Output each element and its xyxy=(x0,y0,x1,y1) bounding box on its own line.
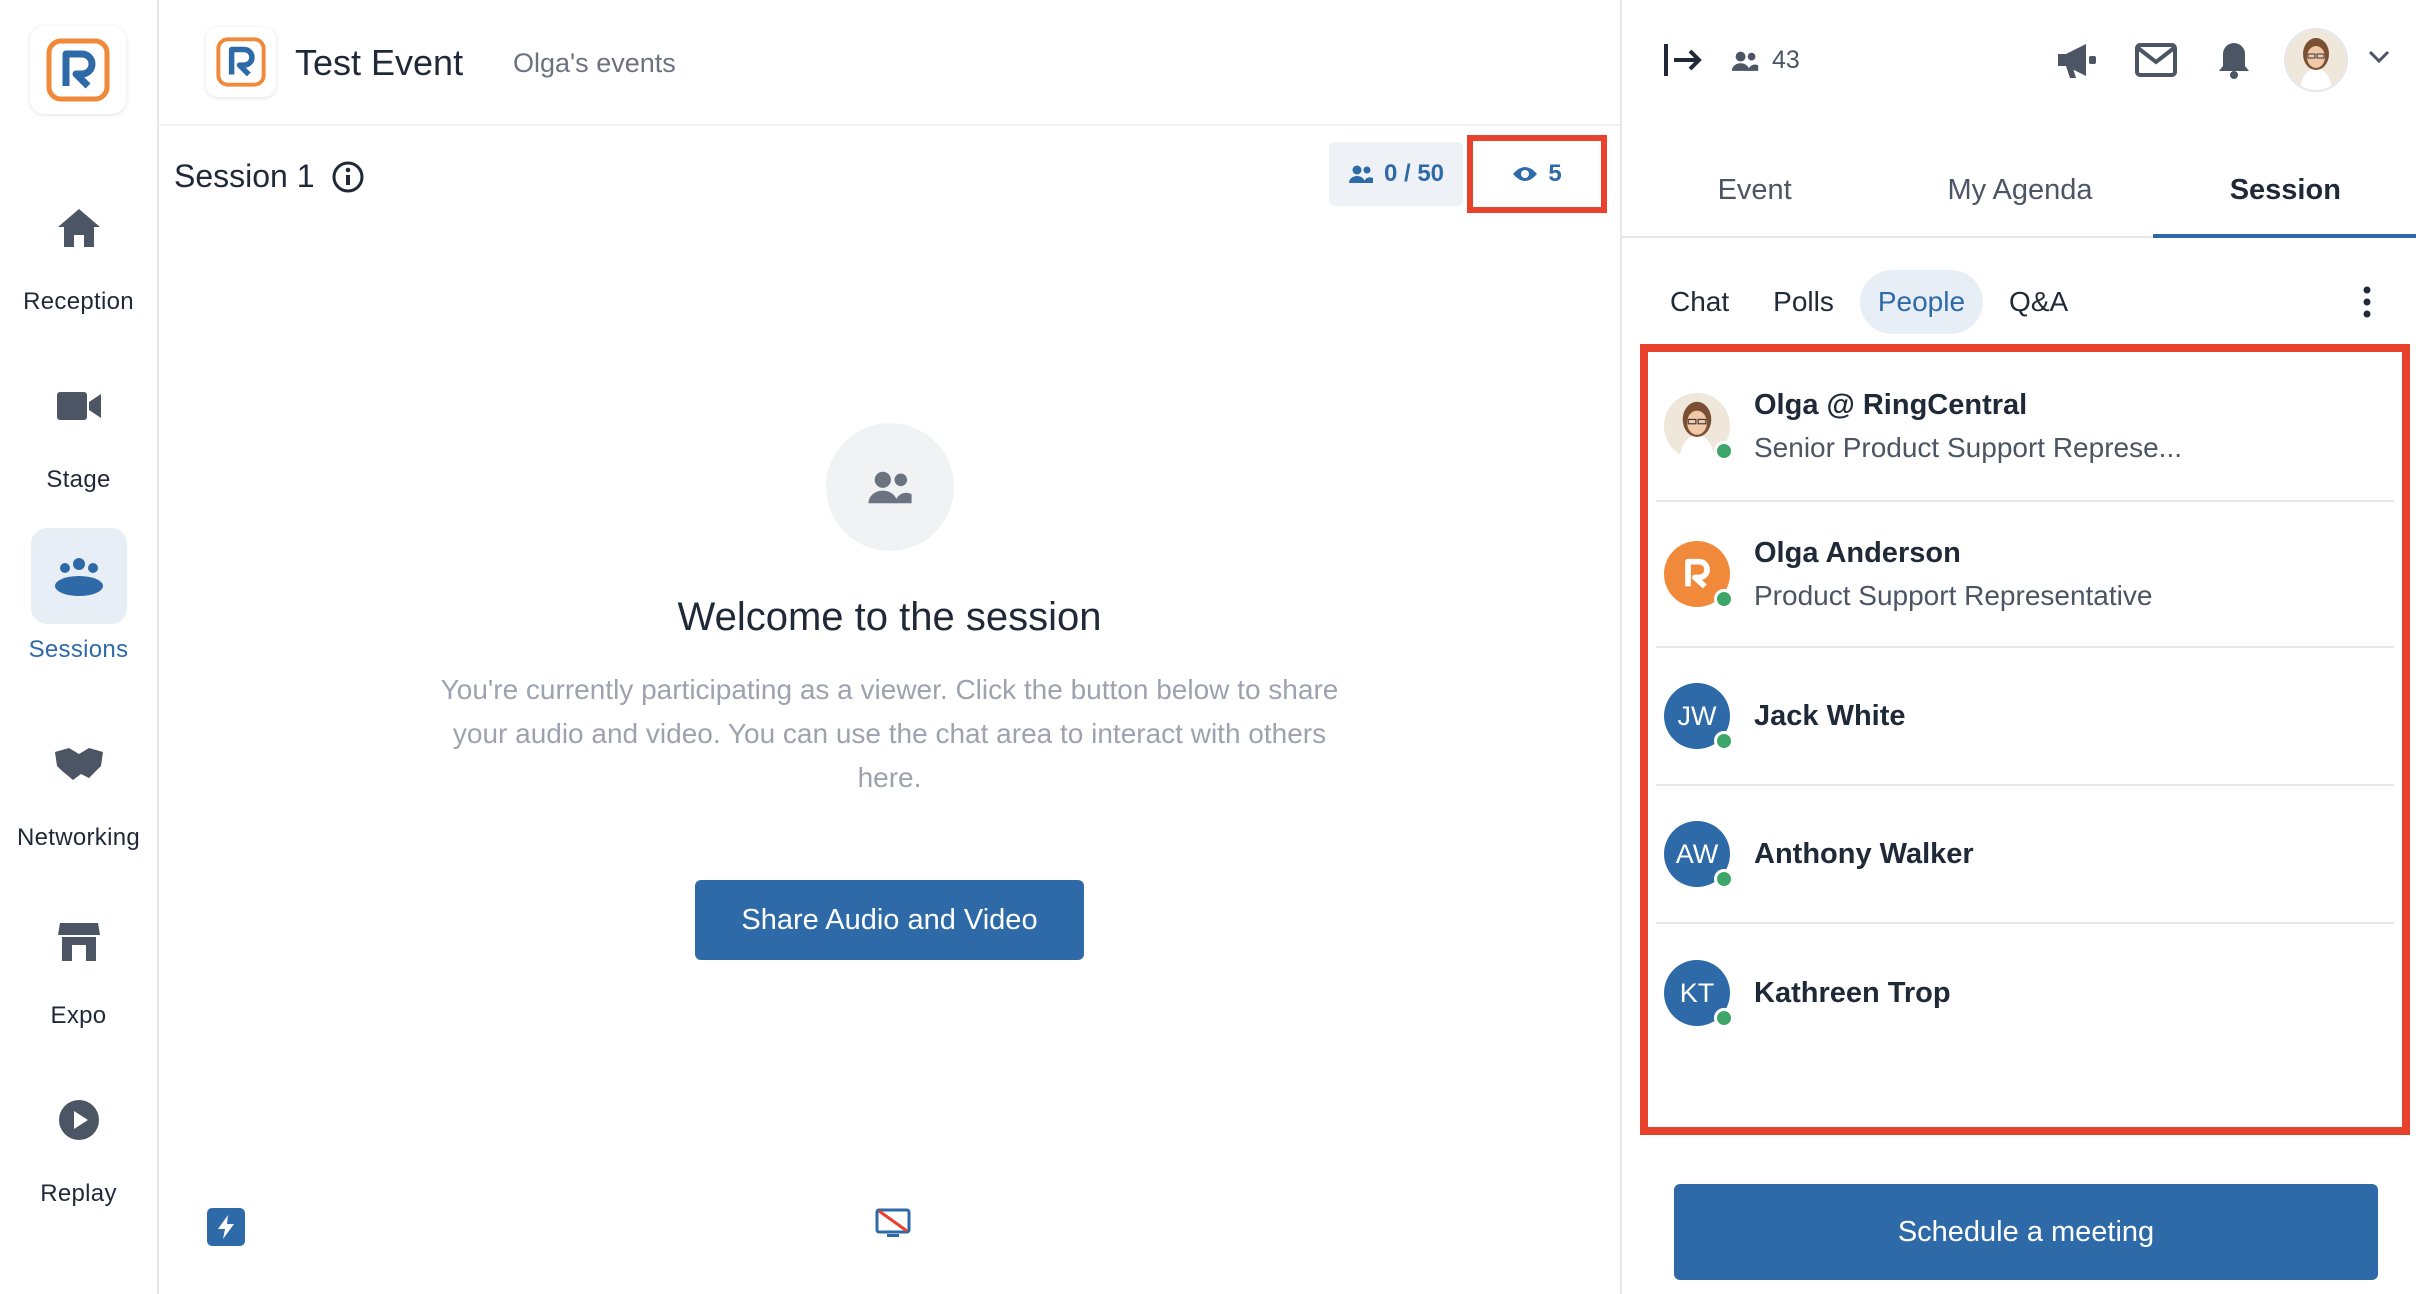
panel-toolbar: 43 xyxy=(1622,0,2416,124)
list-item[interactable]: AW Anthony Walker xyxy=(1656,786,2394,924)
person-name: Anthony Walker xyxy=(1754,837,1974,870)
attendee-count-value: 43 xyxy=(1772,46,1800,74)
right-panel: 43 Event My Agenda Session Chat Polls Pe… xyxy=(1620,0,2416,1294)
subtab-chat[interactable]: Chat xyxy=(1652,270,1747,334)
app-logo[interactable] xyxy=(30,26,126,114)
online-status-dot xyxy=(1714,441,1734,461)
nav-label: Stage xyxy=(46,466,111,493)
person-name: Jack White xyxy=(1754,699,1906,732)
megaphone-icon[interactable] xyxy=(2054,40,2098,85)
person-name: Olga @ RingCentral xyxy=(1754,388,2028,421)
avatar xyxy=(1664,541,1734,609)
list-item[interactable]: KT Kathreen Trop xyxy=(1656,924,2394,1062)
subtab-qa[interactable]: Q&A xyxy=(1991,270,2086,334)
online-status-dot xyxy=(1714,1008,1734,1028)
info-icon[interactable] xyxy=(331,160,365,194)
list-item[interactable]: JW Jack White xyxy=(1656,648,2394,786)
session-title: Session 1 xyxy=(174,158,365,195)
viewer-count-badge: 5 xyxy=(1467,135,1607,213)
people-group-icon xyxy=(30,528,127,624)
person-role: Product Support Representative xyxy=(1754,579,2153,611)
nav-label: Replay xyxy=(40,1180,117,1207)
session-main: Session 1 0 / 50 5 Welcome to the sessio… xyxy=(159,128,1620,1294)
panel-tabs: Event My Agenda Session xyxy=(1622,156,2416,238)
collapse-panel-icon[interactable] xyxy=(1662,42,1704,83)
chevron-down-icon[interactable] xyxy=(2368,50,2390,69)
screen-share-off-icon[interactable] xyxy=(875,1208,911,1245)
people-icon xyxy=(825,423,954,551)
tab-event[interactable]: Event xyxy=(1622,156,1887,236)
online-status-dot xyxy=(1714,589,1734,609)
org-events-link[interactable]: Olga's events xyxy=(513,48,676,79)
mail-icon[interactable] xyxy=(2134,40,2178,85)
people-list: Olga @ RingCentral Senior Product Suppor… xyxy=(1640,344,2410,1135)
nav-item-replay[interactable]: Replay xyxy=(0,1068,157,1228)
seat-count-badge: 0 / 50 xyxy=(1329,142,1463,206)
avatar xyxy=(1664,393,1734,461)
event-logo[interactable] xyxy=(206,27,276,97)
subtab-people[interactable]: People xyxy=(1859,270,1984,334)
online-status-dot xyxy=(1714,869,1734,889)
people-icon xyxy=(1348,165,1373,183)
avatar-initials: AW xyxy=(1675,838,1719,869)
avatar-initials: JW xyxy=(1677,700,1717,731)
online-status-dot xyxy=(1714,731,1734,751)
home-icon xyxy=(31,180,127,276)
session-title-text: Session 1 xyxy=(174,158,315,194)
avatar: JW xyxy=(1664,683,1734,751)
play-circle-icon xyxy=(31,1072,127,1168)
nav-item-networking[interactable]: Networking xyxy=(0,712,157,872)
avatar: KT xyxy=(1664,960,1734,1028)
ringcentral-logo-icon xyxy=(1685,558,1710,589)
list-item[interactable]: Olga Anderson Product Support Representa… xyxy=(1656,502,2394,648)
lightning-icon[interactable] xyxy=(207,1208,245,1246)
storefront-icon xyxy=(31,894,127,990)
nav-item-expo[interactable]: Expo xyxy=(0,890,157,1050)
people-icon xyxy=(1731,51,1759,71)
subtab-polls[interactable]: Polls xyxy=(1755,270,1852,334)
nav-item-stage[interactable]: Stage xyxy=(0,354,157,514)
tab-session[interactable]: Session xyxy=(2152,156,2416,238)
person-name: Kathreen Trop xyxy=(1754,976,1951,1009)
bell-icon[interactable] xyxy=(2216,40,2252,85)
nav-item-sessions[interactable]: Sessions xyxy=(0,524,157,684)
ringcentral-logo-icon xyxy=(46,38,110,102)
nav-label: Reception xyxy=(23,288,134,315)
person-name: Olga Anderson xyxy=(1754,536,1961,569)
welcome-section: Welcome to the session You're currently … xyxy=(159,423,1620,960)
nav-label: Expo xyxy=(50,1002,107,1029)
video-camera-icon xyxy=(31,358,127,454)
avatar: AW xyxy=(1664,821,1734,889)
nav-label: Networking xyxy=(16,824,141,851)
more-options-icon[interactable] xyxy=(2352,284,2382,324)
share-audio-video-button[interactable]: Share Audio and Video xyxy=(695,880,1084,960)
ringcentral-logo-icon xyxy=(216,37,266,87)
list-item[interactable]: Olga @ RingCentral Senior Product Suppor… xyxy=(1656,352,2394,502)
avatar-initials: KT xyxy=(1679,977,1715,1008)
attendee-count[interactable]: 43 xyxy=(1730,46,1800,75)
handshake-icon xyxy=(31,716,127,812)
person-role: Senior Product Support Represe... xyxy=(1754,431,2183,463)
welcome-description: You're currently participating as a view… xyxy=(440,674,1339,793)
viewer-count: 5 xyxy=(1548,160,1562,187)
welcome-title: Welcome to the session xyxy=(677,595,1102,639)
nav-item-reception[interactable]: Reception xyxy=(0,176,157,336)
tab-my-agenda[interactable]: My Agenda xyxy=(1887,156,2152,236)
schedule-meeting-button[interactable]: Schedule a meeting xyxy=(1674,1184,2378,1280)
user-avatar[interactable] xyxy=(2284,28,2348,92)
event-title: Test Event xyxy=(295,42,464,83)
session-subtabs: Chat Polls People Q&A xyxy=(1652,270,2086,334)
top-header: Test Event Olga's events xyxy=(159,0,1620,126)
nav-label: Sessions xyxy=(28,636,129,663)
eye-icon xyxy=(1513,167,1538,181)
left-nav-rail: Reception Stage Sessions Networking Expo xyxy=(0,0,159,1294)
seat-count: 0 / 50 xyxy=(1383,160,1445,187)
